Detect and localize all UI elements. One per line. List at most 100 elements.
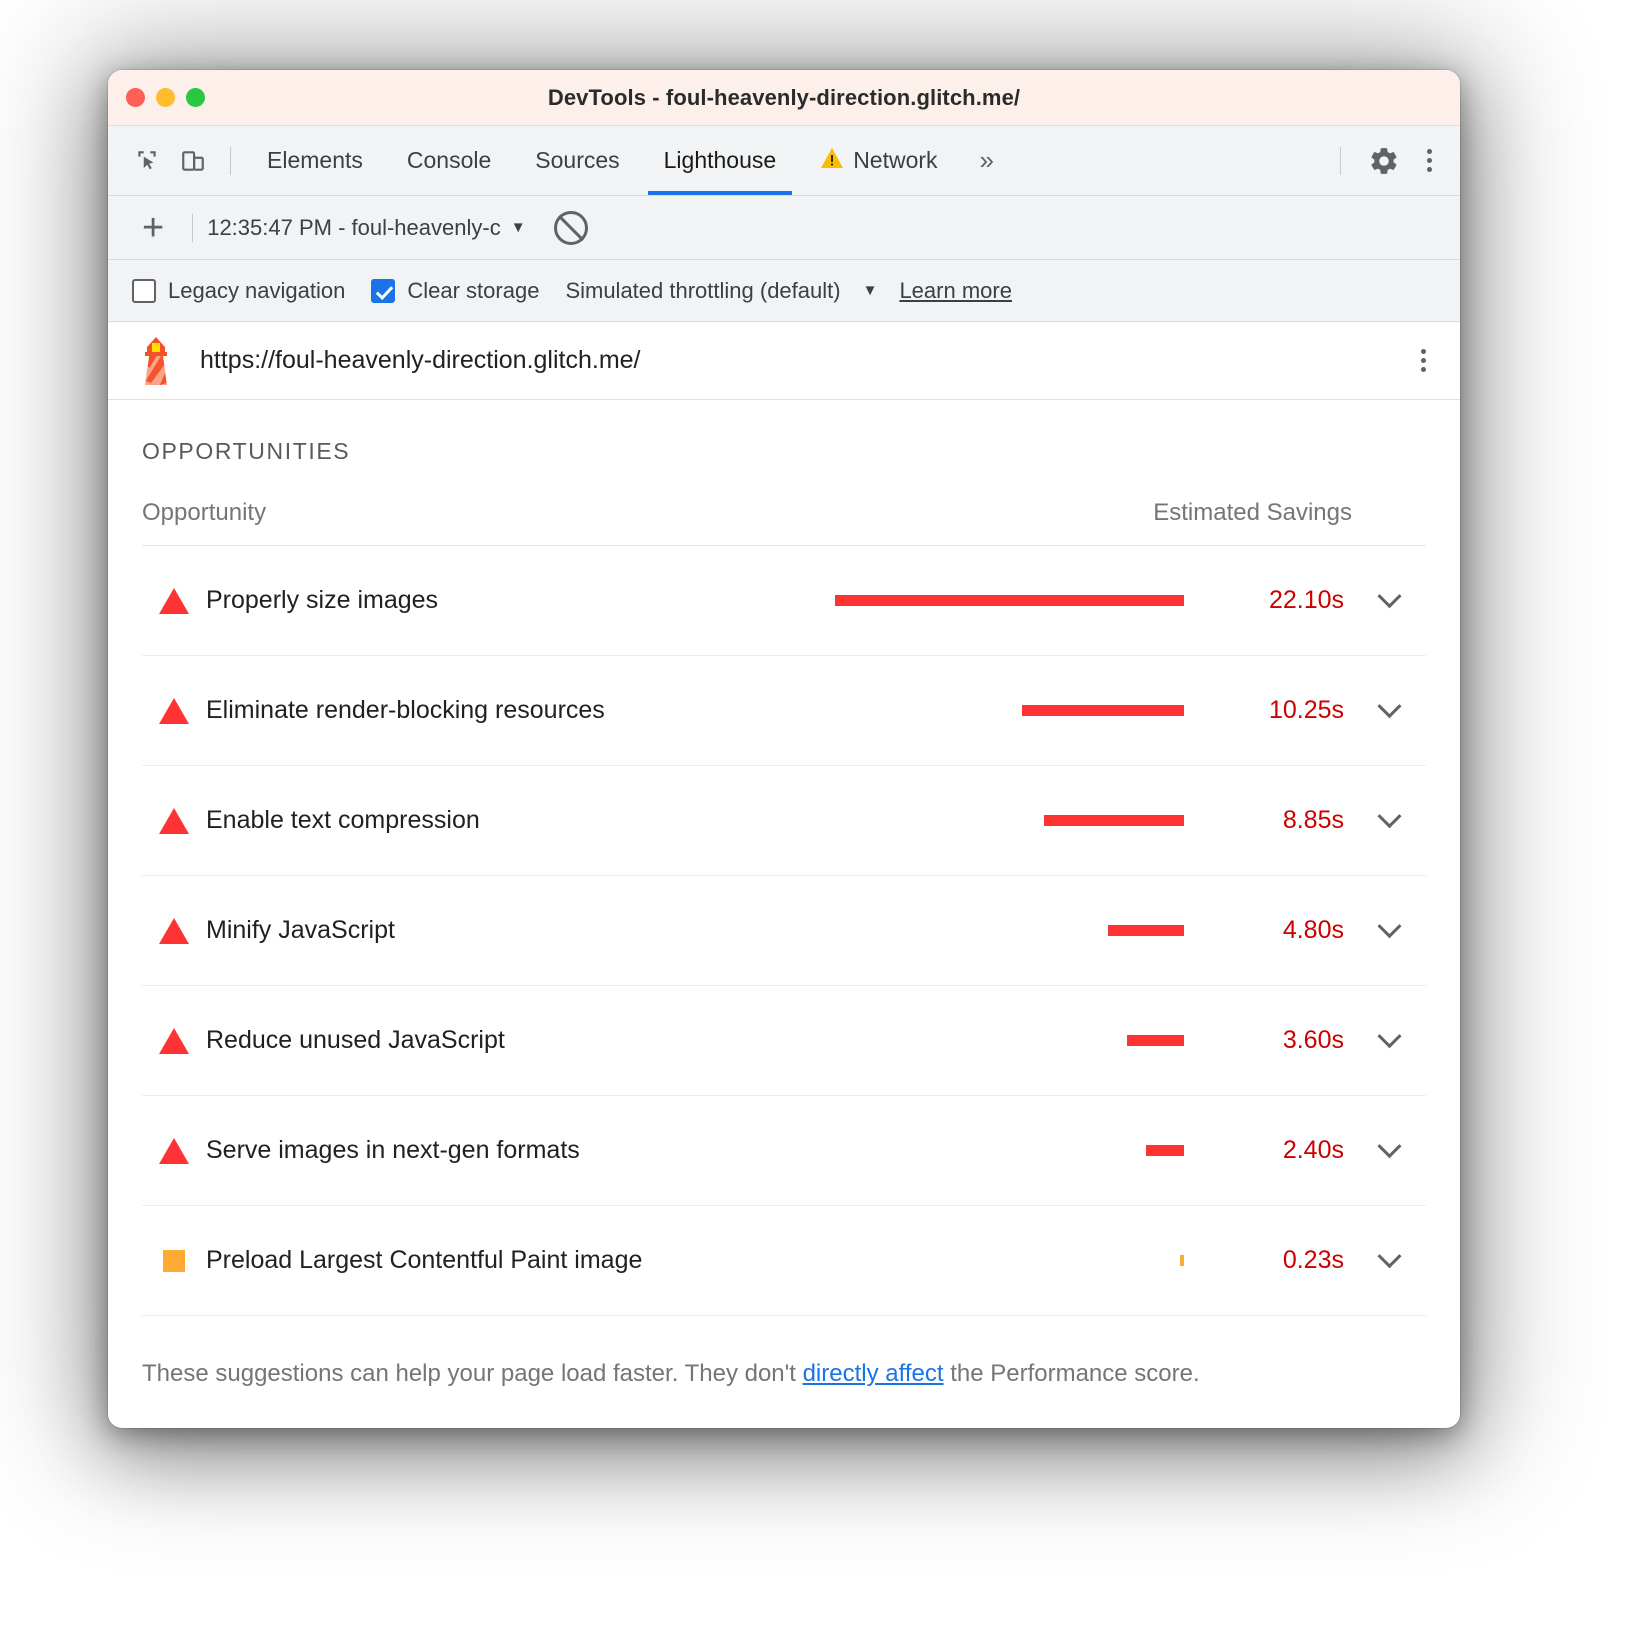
devtools-window: DevTools - foul-heavenly-direction.glitc…: [108, 70, 1460, 1428]
savings-bar: [1022, 705, 1184, 716]
opportunities-footnote: These suggestions can help your page loa…: [142, 1316, 1426, 1388]
screenshot-root: DevTools - foul-heavenly-direction.glitc…: [0, 0, 1648, 1648]
lighthouse-icon: [134, 335, 178, 387]
chevron-down-icon[interactable]: [1352, 1252, 1426, 1269]
table-row[interactable]: Reduce unused JavaScript 3.60s: [142, 986, 1426, 1096]
column-header-savings: Estimated Savings: [1153, 499, 1352, 527]
minimize-window-button[interactable]: [156, 88, 175, 107]
chevron-down-icon: ▼: [511, 219, 526, 236]
savings-value: 0.23s: [1184, 1246, 1352, 1275]
savings-bar: [1108, 925, 1184, 936]
savings-bar-cell: [834, 1255, 1184, 1266]
savings-bar-cell: [834, 595, 1184, 606]
window-traffic-lights[interactable]: [126, 70, 205, 125]
table-row[interactable]: Properly size images 22.10s: [142, 546, 1426, 656]
opportunity-label: Reduce unused JavaScript: [206, 1026, 834, 1055]
clear-storage-option[interactable]: Clear storage: [371, 278, 539, 304]
opportunity-label: Minify JavaScript: [206, 916, 834, 945]
chevron-down-icon[interactable]: [1352, 812, 1426, 829]
chevron-down-icon: ▼: [863, 282, 878, 299]
table-row[interactable]: Preload Largest Contentful Paint image 0…: [142, 1206, 1426, 1316]
savings-bar: [1044, 815, 1184, 826]
table-row[interactable]: Enable text compression 8.85s: [142, 766, 1426, 876]
opportunity-label: Eliminate render-blocking resources: [206, 696, 834, 725]
chevron-down-icon[interactable]: [1352, 592, 1426, 609]
chevron-down-icon[interactable]: [1352, 1142, 1426, 1159]
tab-lighthouse-label: Lighthouse: [664, 147, 777, 174]
panel-tabs: Elements Console Sources Lighthouse Netw…: [245, 126, 1014, 195]
footnote-text-before: These suggestions can help your page loa…: [142, 1360, 803, 1387]
toolbar-divider: [230, 147, 231, 175]
tab-network-label: Network: [853, 147, 937, 174]
tab-sources-label: Sources: [535, 147, 619, 174]
opportunities-section: OPPORTUNITIES Opportunity Estimated Savi…: [108, 400, 1460, 1388]
table-row[interactable]: Eliminate render-blocking resources 10.2…: [142, 656, 1426, 766]
report-url-row: https://foul-heavenly-direction.glitch.m…: [108, 322, 1460, 400]
window-titlebar: DevTools - foul-heavenly-direction.glitc…: [108, 70, 1460, 126]
savings-bar-cell: [834, 705, 1184, 716]
legacy-navigation-option[interactable]: Legacy navigation: [132, 278, 345, 304]
close-window-button[interactable]: [126, 88, 145, 107]
learn-more-link[interactable]: Learn more: [899, 278, 1012, 304]
inspect-cursor-icon[interactable]: [124, 138, 170, 184]
more-tabs-icon[interactable]: »: [960, 145, 1014, 176]
savings-value: 10.25s: [1184, 696, 1352, 725]
throttling-select[interactable]: Simulated throttling (default) ▼: [565, 278, 877, 304]
savings-bar-cell: [834, 1145, 1184, 1156]
report-select[interactable]: 12:35:47 PM - foul-heavenly-c ▼: [207, 215, 525, 241]
tab-console[interactable]: Console: [385, 126, 513, 195]
tab-lighthouse[interactable]: Lighthouse: [642, 126, 799, 195]
savings-value: 22.10s: [1184, 586, 1352, 615]
savings-value: 2.40s: [1184, 1136, 1352, 1165]
devtools-tabbar: Elements Console Sources Lighthouse Netw…: [108, 126, 1460, 196]
gear-icon[interactable]: [1361, 138, 1407, 184]
chevron-down-icon[interactable]: [1352, 922, 1426, 939]
tab-console-label: Console: [407, 147, 491, 174]
kebab-menu-icon[interactable]: [1413, 139, 1446, 182]
maximize-window-button[interactable]: [186, 88, 205, 107]
clear-storage-label: Clear storage: [407, 278, 539, 304]
report-kebab-menu-icon[interactable]: [1407, 339, 1440, 382]
opportunities-table-header: Opportunity Estimated Savings: [142, 499, 1426, 546]
tabbar-right-controls: [1326, 126, 1446, 195]
chevron-down-icon[interactable]: [1352, 702, 1426, 719]
new-report-button[interactable]: +: [128, 209, 178, 247]
red-triangle-icon: [142, 588, 206, 614]
tab-elements[interactable]: Elements: [245, 126, 385, 195]
orange-square-icon: [142, 1250, 206, 1272]
toolbar-divider-right: [1340, 147, 1341, 175]
savings-bar: [1127, 1035, 1184, 1046]
tab-network[interactable]: Network: [798, 126, 959, 195]
column-header-opportunity: Opportunity: [142, 499, 1153, 527]
savings-value: 8.85s: [1184, 806, 1352, 835]
red-triangle-icon: [142, 808, 206, 834]
directly-affect-link[interactable]: directly affect: [803, 1360, 944, 1387]
tab-elements-label: Elements: [267, 147, 363, 174]
clear-storage-checkbox[interactable]: [371, 279, 395, 303]
no-entry-icon[interactable]: [554, 211, 588, 245]
tab-sources[interactable]: Sources: [513, 126, 641, 195]
table-row[interactable]: Serve images in next-gen formats 2.40s: [142, 1096, 1426, 1206]
lighthouse-runbar: + 12:35:47 PM - foul-heavenly-c ▼: [108, 196, 1460, 260]
savings-value: 4.80s: [1184, 916, 1352, 945]
opportunity-label: Preload Largest Contentful Paint image: [206, 1246, 834, 1275]
legacy-navigation-checkbox[interactable]: [132, 279, 156, 303]
opportunity-label: Enable text compression: [206, 806, 834, 835]
device-toolbar-icon[interactable]: [170, 138, 216, 184]
red-triangle-icon: [142, 1028, 206, 1054]
red-triangle-icon: [142, 918, 206, 944]
window-title: DevTools - foul-heavenly-direction.glitc…: [108, 85, 1460, 111]
savings-bar: [1146, 1145, 1184, 1156]
savings-bar: [835, 595, 1184, 606]
opportunity-label: Serve images in next-gen formats: [206, 1136, 834, 1165]
runbar-divider: [192, 214, 193, 242]
section-title: OPPORTUNITIES: [142, 400, 1426, 499]
warning-triangle-icon: [820, 147, 844, 175]
savings-bar-cell: [834, 1035, 1184, 1046]
legacy-navigation-label: Legacy navigation: [168, 278, 345, 304]
chevron-down-icon[interactable]: [1352, 1032, 1426, 1049]
table-row[interactable]: Minify JavaScript 4.80s: [142, 876, 1426, 986]
savings-value: 3.60s: [1184, 1026, 1352, 1055]
throttling-label: Simulated throttling (default): [565, 278, 840, 304]
opportunity-label: Properly size images: [206, 586, 834, 615]
